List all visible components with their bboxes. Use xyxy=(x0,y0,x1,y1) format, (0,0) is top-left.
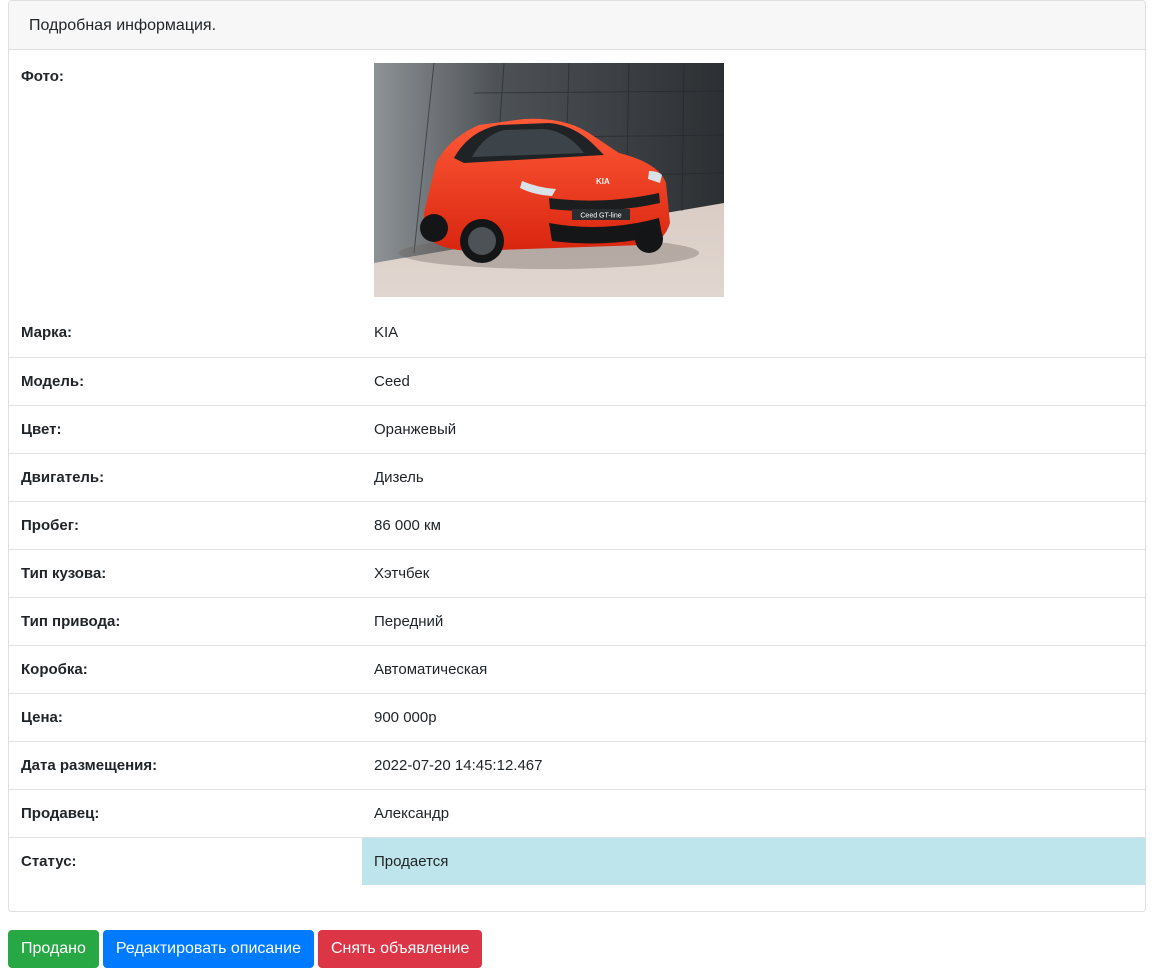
table-row-engine: Двигатель: Дизель xyxy=(9,452,1145,501)
table-row-price: Цена: 900 000р xyxy=(9,692,1145,741)
photo-cell: KIA Ceed GT-line xyxy=(362,50,1145,309)
price-label: Цена: xyxy=(9,692,362,741)
table-row-posted-date: Дата размещения: 2022-07-20 14:45:12.467 xyxy=(9,740,1145,789)
drive-type-value: Передний xyxy=(362,596,1145,645)
seller-label: Продавец: xyxy=(9,788,362,837)
color-value: Оранжевый xyxy=(362,404,1145,453)
table-row-status: Статус: Продается xyxy=(9,836,1145,885)
table-row-brand: Марка: KIA xyxy=(9,309,1145,357)
card-header: Подробная информация. xyxy=(9,1,1145,50)
model-value: Ceed xyxy=(362,356,1145,405)
model-label: Модель: xyxy=(9,356,362,405)
mileage-value: 86 000 км xyxy=(362,500,1145,549)
body-type-value: Хэтчбек xyxy=(362,548,1145,597)
details-card: Подробная информация. Фото: KIA Ceed GT-… xyxy=(8,0,1146,912)
table-row-color: Цвет: Оранжевый xyxy=(9,404,1145,453)
seller-value: Александр xyxy=(362,788,1145,837)
drive-type-label: Тип привода: xyxy=(9,596,362,645)
status-value: Продается xyxy=(362,836,1145,885)
table-row-seller: Продавец: Александр xyxy=(9,788,1145,837)
photo-label: Фото: xyxy=(21,68,64,85)
remove-listing-button[interactable]: Снять объявление xyxy=(317,930,483,968)
brand-value: KIA xyxy=(374,324,399,342)
mileage-label: Пробег: xyxy=(9,500,362,549)
table-row-model: Модель: Ceed xyxy=(9,356,1145,405)
price-value: 900 000р xyxy=(362,692,1145,741)
body-type-label: Тип кузова: xyxy=(9,548,362,597)
engine-label: Двигатель: xyxy=(9,452,362,501)
color-label: Цвет: xyxy=(9,404,362,453)
engine-value: Дизель xyxy=(362,452,1145,501)
action-buttons: Продано Редактировать описание Снять объ… xyxy=(8,930,483,968)
car-photo: KIA Ceed GT-line xyxy=(374,63,724,297)
table-row-photo: Фото: KIA Ceed GT-line xyxy=(9,50,1145,309)
table-row-gearbox: Коробка: Автоматическая xyxy=(9,644,1145,693)
table-row-mileage: Пробег: 86 000 км xyxy=(9,500,1145,549)
plate-text: Ceed GT-line xyxy=(580,213,621,220)
sold-button[interactable]: Продано xyxy=(8,930,99,968)
svg-text:KIA: KIA xyxy=(596,177,610,186)
posted-date-label: Дата размещения: xyxy=(9,740,362,789)
gearbox-label: Коробка: xyxy=(9,644,362,693)
table-row-body-type: Тип кузова: Хэтчбек xyxy=(9,548,1145,597)
status-label: Статус: xyxy=(9,836,362,885)
table-row-drive-type: Тип привода: Передний xyxy=(9,596,1145,645)
gearbox-value: Автоматическая xyxy=(362,644,1145,693)
details-table: Фото: KIA Ceed GT-line Марка: KIA Модель… xyxy=(9,50,1145,885)
edit-description-button[interactable]: Редактировать описание xyxy=(102,930,314,968)
posted-date-value: 2022-07-20 14:45:12.467 xyxy=(362,740,1145,789)
brand-label: Марка: xyxy=(21,324,73,342)
